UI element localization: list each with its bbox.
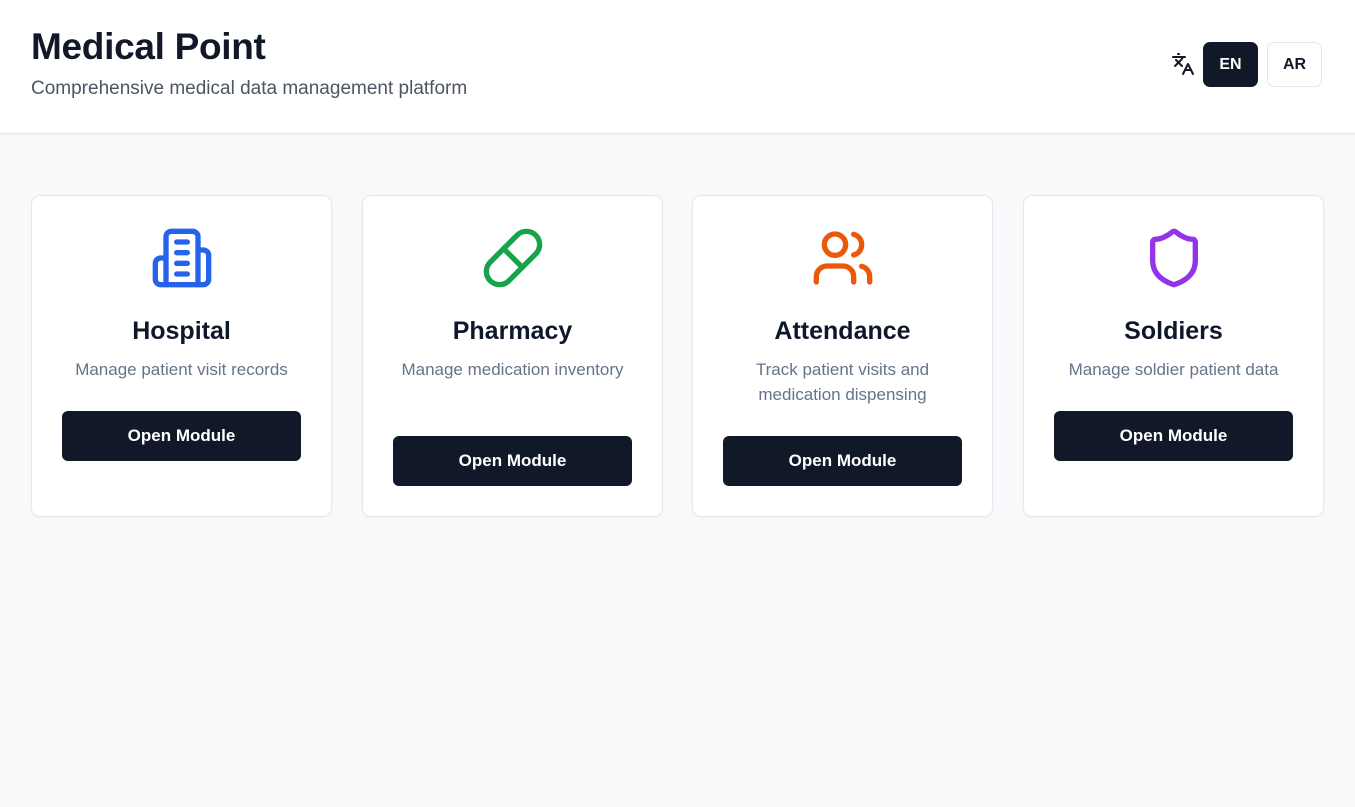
building-icon	[150, 226, 214, 290]
open-module-button-hospital[interactable]: Open Module	[62, 411, 301, 461]
translate-icon	[1171, 52, 1195, 76]
open-module-button-attendance[interactable]: Open Module	[723, 436, 962, 486]
users-icon	[811, 226, 875, 290]
module-title: Attendance	[774, 317, 911, 345]
open-module-button-soldiers[interactable]: Open Module	[1054, 411, 1293, 461]
open-module-button-pharmacy[interactable]: Open Module	[393, 436, 632, 486]
module-card-pharmacy: Pharmacy Manage medication inventory Ope…	[362, 195, 663, 517]
module-card-attendance: Attendance Track patient visits and medi…	[692, 195, 993, 517]
language-en-button[interactable]: EN	[1203, 42, 1258, 87]
module-card-hospital: Hospital Manage patient visit records Op…	[31, 195, 332, 517]
module-card-soldiers: Soldiers Manage soldier patient data Ope…	[1023, 195, 1324, 517]
shield-icon	[1142, 226, 1206, 290]
module-description: Manage soldier patient data	[1068, 360, 1279, 379]
pill-icon	[481, 226, 545, 290]
module-title: Pharmacy	[452, 317, 573, 345]
app-subtitle: Comprehensive medical data management pl…	[31, 78, 468, 99]
module-description: Manage patient visit records	[75, 360, 288, 379]
language-ar-button[interactable]: AR	[1267, 42, 1322, 87]
app-title: Medical Point	[31, 26, 266, 67]
module-description: Manage medication inventory	[401, 360, 624, 379]
app-header: Medical Point Comprehensive medical data…	[0, 0, 1355, 134]
module-title: Hospital	[132, 317, 231, 345]
module-title: Soldiers	[1124, 317, 1223, 345]
module-description: Track patient visits and medication disp…	[755, 360, 930, 404]
